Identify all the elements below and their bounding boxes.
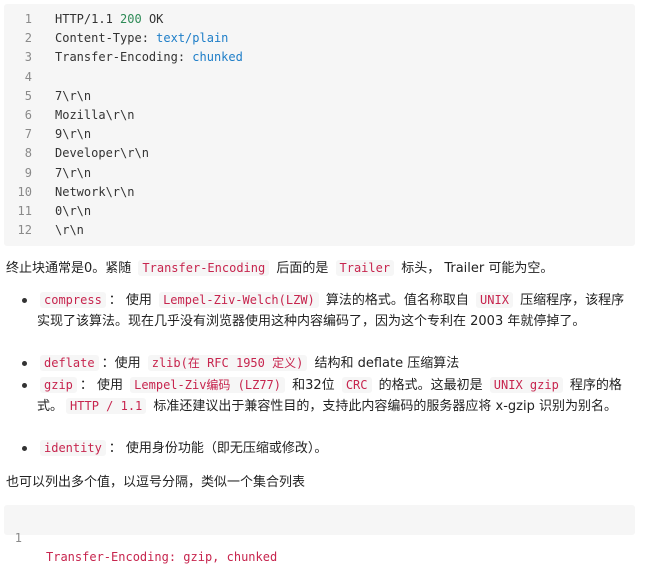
line-number: 2 xyxy=(24,31,32,46)
code-text: Developer\r\n xyxy=(55,144,149,163)
code-token: 7\r\n xyxy=(55,165,92,180)
line-number: 1 xyxy=(14,531,22,546)
inline-code: Lempel-Ziv编码 (LZ77) xyxy=(130,377,285,393)
inline-code: zlib(在 RFC 1950 定义) xyxy=(147,355,308,371)
code-token: Network\r\n xyxy=(55,184,135,199)
code-line: 5 7\r\n xyxy=(4,87,635,106)
text-span: 标准还建议出于兼容性目的，支持此内容编码的服务器应将 x-gzip 识别为别名。 xyxy=(149,399,617,414)
code-line: 6 Mozilla\r\n xyxy=(4,106,635,125)
inline-code: gzip xyxy=(40,377,77,393)
list-item-compress: compress： 使用 Lempel-Ziv-Welch(LZW) 算法的格式… xyxy=(0,290,640,353)
line-number: 9 xyxy=(24,165,32,180)
code-text: 7\r\n xyxy=(55,87,91,106)
text-span: 结构和 deflate 压缩算法 xyxy=(310,356,460,371)
inline-code: deflate xyxy=(40,355,99,371)
inline-code: HTTP / 1.1 xyxy=(66,398,147,414)
code-token: Mozilla\r\n xyxy=(55,107,135,122)
code-text: HTTP/1.1 200 OK xyxy=(55,10,163,29)
list-item-deflate: deflate ：使用 zlib(在 RFC 1950 定义) 结构和 defla… xyxy=(0,353,640,375)
text-span: ： 使用 xyxy=(108,293,157,308)
code-token-num: 200 xyxy=(120,12,142,26)
line-number: 10 xyxy=(17,184,32,199)
line-number: 4 xyxy=(24,69,32,84)
code-line: 11 0\r\n xyxy=(4,202,635,221)
code-line: 12 \r\n xyxy=(4,221,635,240)
text-span: ： 使用身份功能（即无压缩或修改）。 xyxy=(108,441,328,456)
inline-code: Trailer xyxy=(335,260,395,276)
code-token: Content-Type: xyxy=(55,31,157,46)
code-text: Transfer-Encoding: chunked xyxy=(55,48,243,67)
text-span: 终止块通常是0。紧随 xyxy=(6,261,136,276)
text-span: ：使用 xyxy=(101,356,145,371)
code-line: 10 Network\r\n xyxy=(4,183,635,202)
text-span: 标头， Trailer 可能为空。 xyxy=(397,261,554,276)
code-token: Transfer-Encoding: xyxy=(55,50,193,65)
code-line: 3 Transfer-Encoding: chunked xyxy=(4,48,635,67)
code-line: 1 Transfer-Encoding: gzip, chunked xyxy=(4,510,635,564)
inline-code: Transfer-Encoding xyxy=(138,260,270,276)
code-line: 8 Developer\r\n xyxy=(4,144,635,163)
multiple-values-paragraph: 也可以列出多个值，以逗号分隔，类似一个集合列表 xyxy=(6,475,306,490)
encoding-values-list: compress： 使用 Lempel-Ziv-Welch(LZW) 算法的格式… xyxy=(0,290,640,460)
code-text: Transfer-Encoding: gzip, chunked xyxy=(46,550,278,565)
list-item-gzip: gzip： 使用 Lempel-Ziv编码 (LZ77) 和32位 CRC 的格… xyxy=(0,375,640,438)
line-number: 6 xyxy=(24,107,32,122)
text-span: 和32位 xyxy=(288,378,339,393)
code-text: 9\r\n xyxy=(55,125,91,144)
inline-code: Lempel-Ziv-Welch(LZW) xyxy=(159,292,319,308)
line-number: 1 xyxy=(24,12,32,26)
line-number: 11 xyxy=(17,203,32,218)
line-number: 8 xyxy=(24,146,32,161)
code-text: \r\n xyxy=(55,221,84,240)
line-number: 7 xyxy=(24,127,32,142)
text-span: ： 使用 xyxy=(79,378,128,393)
text-span: 后面的是 xyxy=(272,261,333,276)
inline-code: UNIX gzip xyxy=(489,377,563,393)
inline-code: UNIX xyxy=(476,292,513,308)
code-token-val: text/plain xyxy=(156,31,229,46)
code-text: Content-Type: text/plain xyxy=(55,29,228,48)
code-line: 2 Content-Type: text/plain xyxy=(4,29,635,48)
trailer-paragraph: 终止块通常是0。紧随 Transfer-Encoding 后面的是 Traile… xyxy=(6,258,553,279)
code-line: 1 HTTP/1.1 200 OK xyxy=(4,10,635,29)
code-token: 9\r\n xyxy=(55,127,92,142)
line-number: 5 xyxy=(24,88,32,103)
code-line: 7 9\r\n xyxy=(4,125,635,144)
code-line: 4 xyxy=(4,68,635,87)
list-item-identity: identity： 使用身份功能（即无压缩或修改）。 xyxy=(0,438,640,460)
code-text: Mozilla\r\n xyxy=(55,106,134,125)
inline-code: CRC xyxy=(341,377,372,393)
inline-code: compress xyxy=(40,292,106,308)
code-token: 0\r\n xyxy=(55,203,92,218)
code-text: 7\r\n xyxy=(55,164,91,183)
code-token: HTTP/1.1 xyxy=(55,12,121,26)
transfer-encoding-example-code-block: 1 Transfer-Encoding: gzip, chunked xyxy=(4,505,635,564)
line-number: 3 xyxy=(24,50,32,65)
code-text: Network\r\n xyxy=(55,183,134,202)
text-span: 算法的格式。值名称取自 xyxy=(321,293,474,308)
code-token: 7\r\n xyxy=(55,88,92,103)
code-line: 9 7\r\n xyxy=(4,164,635,183)
http-response-code-block: 1 HTTP/1.1 200 OK 2 Content-Type: text/plai… xyxy=(4,4,635,246)
code-token: \r\n xyxy=(55,223,84,238)
code-token-val: chunked xyxy=(192,50,243,65)
code-token: OK xyxy=(141,12,164,26)
code-text: 0\r\n xyxy=(55,202,91,221)
inline-code: identity xyxy=(40,440,106,456)
code-token: Developer\r\n xyxy=(55,146,149,161)
line-number: 12 xyxy=(17,223,32,238)
text-span: 的格式。这最初是 xyxy=(374,378,487,393)
